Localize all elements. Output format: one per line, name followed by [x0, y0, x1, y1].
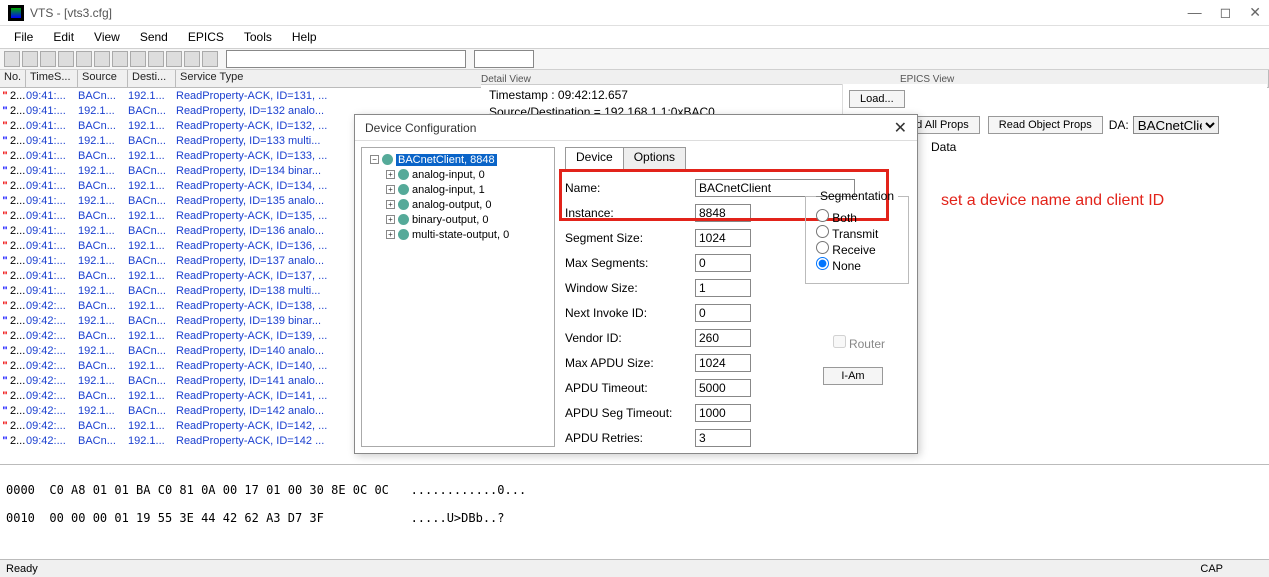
read-object-props-button[interactable]: Read Object Props [988, 116, 1103, 134]
tb-icon[interactable] [40, 51, 56, 67]
name-label: Name: [565, 181, 695, 195]
object-icon [398, 169, 409, 180]
tree-item[interactable]: analog-input, 0 [412, 169, 485, 181]
device-icon [382, 154, 393, 165]
tree-root[interactable]: BACnetClient, 8848 [396, 154, 497, 166]
max-segments-input[interactable] [695, 254, 751, 272]
status-cap: CAP [1200, 563, 1223, 575]
toolbar-combo2[interactable] [474, 50, 534, 68]
apdu-retries-label: APDU Retries: [565, 431, 695, 445]
tb-icon[interactable] [94, 51, 110, 67]
max-apdu-label: Max APDU Size: [565, 356, 695, 370]
tb-icon[interactable] [4, 51, 20, 67]
col-dst[interactable]: Desti... [128, 70, 176, 87]
tb-icon[interactable] [130, 51, 146, 67]
tree-item[interactable]: multi-state-output, 0 [412, 229, 509, 241]
tree-item[interactable]: analog-input, 1 [412, 184, 485, 196]
tree-expand-icon[interactable]: + [386, 230, 395, 239]
tree-expand-icon[interactable]: + [386, 170, 395, 179]
apdu-timeout-label: APDU Timeout: [565, 381, 695, 395]
menu-file[interactable]: File [6, 28, 41, 46]
annotation-text: set a device name and client ID [941, 192, 1164, 210]
tab-options[interactable]: Options [623, 147, 686, 169]
next-invoke-label: Next Invoke ID: [565, 306, 695, 320]
menubar: File Edit View Send EPICS Tools Help [0, 26, 1269, 48]
router-label: Router [849, 337, 885, 351]
apdu-seg-timeout-label: APDU Seg Timeout: [565, 406, 695, 420]
device-tree[interactable]: − BACnetClient, 8848 + analog-input, 0 + an… [361, 147, 555, 447]
tree-item[interactable]: binary-output, 0 [412, 214, 488, 226]
apdu-retries-input[interactable] [695, 429, 751, 447]
close-button[interactable]: ✕ [1249, 4, 1261, 21]
load-button[interactable]: Load... [849, 90, 905, 108]
col-time[interactable]: TimeS... [26, 70, 78, 87]
col-no[interactable]: No. [0, 70, 26, 87]
segment-size-label: Segment Size: [565, 231, 695, 245]
da-label: DA: [1109, 118, 1129, 132]
maximize-button[interactable]: ◻ [1220, 4, 1232, 21]
menu-epics[interactable]: EPICS [180, 28, 232, 46]
tab-device[interactable]: Device [565, 147, 624, 169]
seg-both-radio[interactable] [816, 209, 829, 222]
tb-icon[interactable] [76, 51, 92, 67]
segmentation-group: Segmentation Both Transmit Receive None [805, 189, 909, 284]
tb-icon[interactable] [58, 51, 74, 67]
window-title: VTS - [vts3.cfg] [30, 6, 112, 20]
segmentation-legend: Segmentation [816, 189, 898, 203]
tree-expand-icon[interactable]: + [386, 185, 395, 194]
hex-line: 0010 00 00 00 01 19 55 3E 44 42 62 A3 D7… [6, 511, 1263, 525]
toolbar [0, 48, 1269, 70]
window-size-label: Window Size: [565, 281, 695, 295]
tb-icon[interactable] [148, 51, 164, 67]
da-select[interactable]: BACnetClient [1133, 116, 1219, 134]
vendor-id-label: Vendor ID: [565, 331, 695, 345]
menu-view[interactable]: View [86, 28, 128, 46]
status-bar: Ready CAP [0, 559, 1269, 577]
dialog-close-icon[interactable]: ✕ [894, 118, 907, 138]
toolbar-combo[interactable] [226, 50, 466, 68]
minimize-button[interactable]: — [1188, 4, 1202, 21]
menu-help[interactable]: Help [284, 28, 325, 46]
menu-send[interactable]: Send [132, 28, 176, 46]
instance-input[interactable] [695, 204, 751, 222]
object-icon [398, 229, 409, 240]
object-icon [398, 184, 409, 195]
apdu-timeout-input[interactable] [695, 379, 751, 397]
hex-line: 0000 C0 A8 01 01 BA C0 81 0A 00 17 01 00… [6, 483, 1263, 497]
status-ready: Ready [6, 563, 38, 575]
seg-receive-radio[interactable] [816, 241, 829, 254]
tree-item[interactable]: analog-output, 0 [412, 199, 492, 211]
tb-icon[interactable] [112, 51, 128, 67]
router-checkbox[interactable] [833, 335, 846, 348]
tb-icon[interactable] [22, 51, 38, 67]
iam-button[interactable]: I-Am [823, 367, 883, 385]
instance-label: Instance: [565, 206, 695, 220]
tree-expand-icon[interactable]: + [386, 215, 395, 224]
tb-icon[interactable] [202, 51, 218, 67]
segment-size-input[interactable] [695, 229, 751, 247]
col-src[interactable]: Source [78, 70, 128, 87]
tb-icon[interactable] [184, 51, 200, 67]
titlebar: VTS - [vts3.cfg] — ◻ ✕ [0, 0, 1269, 26]
apdu-seg-timeout-input[interactable] [695, 404, 751, 422]
tb-icon[interactable] [166, 51, 182, 67]
hex-view[interactable]: 0000 C0 A8 01 01 BA C0 81 0A 00 17 01 00… [0, 464, 1269, 556]
device-config-dialog: Device Configuration ✕ − BACnetClient, 88… [354, 114, 918, 454]
detail-timestamp: Timestamp : 09:42:12.657 [489, 87, 873, 104]
seg-none-radio[interactable] [816, 257, 829, 270]
seg-transmit-radio[interactable] [816, 225, 829, 238]
max-apdu-input[interactable] [695, 354, 751, 372]
max-segments-label: Max Segments: [565, 256, 695, 270]
menu-tools[interactable]: Tools [236, 28, 280, 46]
tree-collapse-icon[interactable]: − [370, 155, 379, 164]
vendor-id-input[interactable] [695, 329, 751, 347]
next-invoke-input[interactable] [695, 304, 751, 322]
tree-expand-icon[interactable]: + [386, 200, 395, 209]
object-icon [398, 199, 409, 210]
object-icon [398, 214, 409, 225]
app-icon [8, 5, 24, 21]
window-size-input[interactable] [695, 279, 751, 297]
dialog-title: Device Configuration [365, 121, 476, 135]
menu-edit[interactable]: Edit [45, 28, 82, 46]
